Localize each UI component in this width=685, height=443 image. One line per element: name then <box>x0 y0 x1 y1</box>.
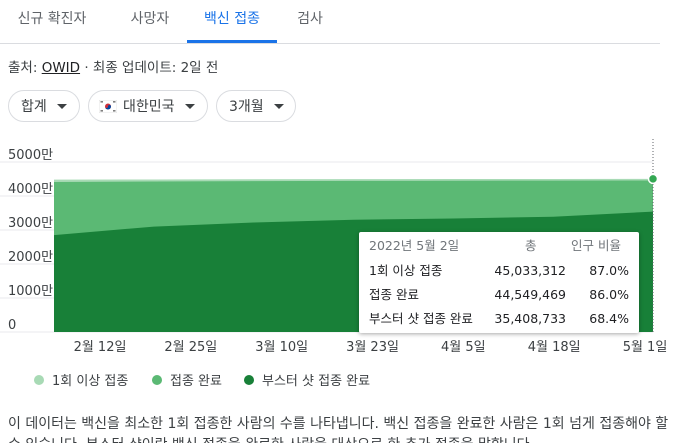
tooltip-row-total: 35,408,733 <box>494 311 566 326</box>
tab-deaths[interactable]: 사망자 <box>117 0 183 41</box>
tooltip-row-label: 부스터 샷 접종 완료 <box>369 311 473 326</box>
x-tick-label: 5월 1일 <box>623 340 668 355</box>
total-dropdown-label: 합계 <box>21 99 47 115</box>
tab-new-cases[interactable]: 신규 확진자 <box>12 0 92 41</box>
tooltip-header: 2022년 5월 2일 총 인구 비율 <box>359 234 639 258</box>
tooltip-date: 2022년 5월 2일 <box>369 238 460 253</box>
source-line: 출처: OWID · 최종 업데이트: 2일 전 <box>8 56 218 76</box>
legend-item-fully-vaccinated[interactable]: 접종 완료 <box>152 370 222 389</box>
tooltip-row-total: 45,033,312 <box>494 263 566 278</box>
legend-item-booster[interactable]: 부스터 샷 접종 완료 <box>244 370 370 389</box>
chart-tooltip: 2022년 5월 2일 총 인구 비율 1회 이상 접종 45,033,312 … <box>359 232 639 333</box>
tooltip-row-ratio: 86.0% <box>589 287 629 302</box>
legend-label: 1회 이상 접종 <box>52 374 129 389</box>
tooltip-row: 1회 이상 접종 45,033,312 87.0% <box>359 259 639 283</box>
y-tick-label: 4000만 <box>8 182 53 197</box>
y-tick-label: 0 <box>8 318 16 333</box>
legend-dot-icon <box>244 374 254 385</box>
legend-label: 부스터 샷 접종 완료 <box>262 374 371 389</box>
tooltip-row-ratio: 68.4% <box>589 311 629 326</box>
tooltip-row-label: 1회 이상 접종 <box>369 263 443 278</box>
legend-item-first-dose[interactable]: 1회 이상 접종 <box>34 370 128 389</box>
last-updated: · 최종 업데이트: 2일 전 <box>84 60 219 76</box>
chart-y-axis: 0 1000만 2000만 3000만 4000만 5000만 <box>8 148 53 333</box>
country-dropdown-label: 대한민국 <box>123 99 175 115</box>
legend-label: 접종 완료 <box>170 374 222 389</box>
chevron-down-icon <box>56 103 67 109</box>
x-tick-label: 4월 18일 <box>528 340 581 355</box>
tooltip-row-label: 접종 완료 <box>369 287 419 302</box>
covid-vaccination-panel: 신규 확진자 사망자 백신 접종 검사 출처: OWID · 최종 업데이트: … <box>0 0 685 443</box>
total-dropdown[interactable]: 합계 <box>8 90 80 122</box>
source-prefix: 출처: <box>8 60 38 76</box>
tooltip-row: 부스터 샷 접종 완료 35,408,733 68.4% <box>359 307 639 331</box>
source-link[interactable]: OWID <box>42 60 80 76</box>
legend-dot-icon <box>152 374 162 385</box>
tooltip-row-ratio: 87.0% <box>589 263 629 278</box>
tooltip-row-total: 44,549,469 <box>494 287 566 302</box>
tooltip-col-ratio: 인구 비율 <box>571 238 621 253</box>
y-tick-label: 1000만 <box>8 284 53 299</box>
chevron-down-icon <box>273 103 284 109</box>
legend-dot-icon <box>34 374 44 385</box>
period-dropdown-label: 3개월 <box>229 99 264 115</box>
x-tick-label: 4월 5일 <box>441 340 486 355</box>
tooltip-col-total: 총 <box>525 238 537 253</box>
y-tick-label: 5000만 <box>8 148 53 163</box>
tooltip-row: 접종 완료 44,549,469 86.0% <box>359 283 639 307</box>
period-dropdown[interactable]: 3개월 <box>216 90 296 122</box>
x-tick-label: 3월 10일 <box>255 340 308 355</box>
x-tick-label: 3월 23일 <box>346 340 399 355</box>
chart-description: 이 데이터는 백신을 최소한 1회 접종한 사람의 수를 나타냅니다. 백신 접… <box>8 416 669 443</box>
country-dropdown[interactable]: 대한민국 <box>88 90 208 122</box>
y-tick-label: 2000만 <box>8 250 53 265</box>
x-tick-label: 2월 25일 <box>164 340 217 355</box>
korea-flag-icon <box>99 99 117 113</box>
chart-x-axis: 2월 12일 2월 25일 3월 10일 3월 23일 4월 5일 4월 18일 5월 1일 <box>74 340 668 355</box>
tab-tests[interactable]: 검사 <box>283 0 337 41</box>
tab-bar: 신규 확진자 사망자 백신 접종 검사 <box>0 0 660 44</box>
chevron-down-icon <box>184 103 195 109</box>
y-tick-label: 3000만 <box>8 216 53 231</box>
x-tick-label: 2월 12일 <box>74 340 127 355</box>
tab-vaccination[interactable]: 백신 접종 <box>187 0 277 43</box>
hover-point <box>647 173 659 185</box>
